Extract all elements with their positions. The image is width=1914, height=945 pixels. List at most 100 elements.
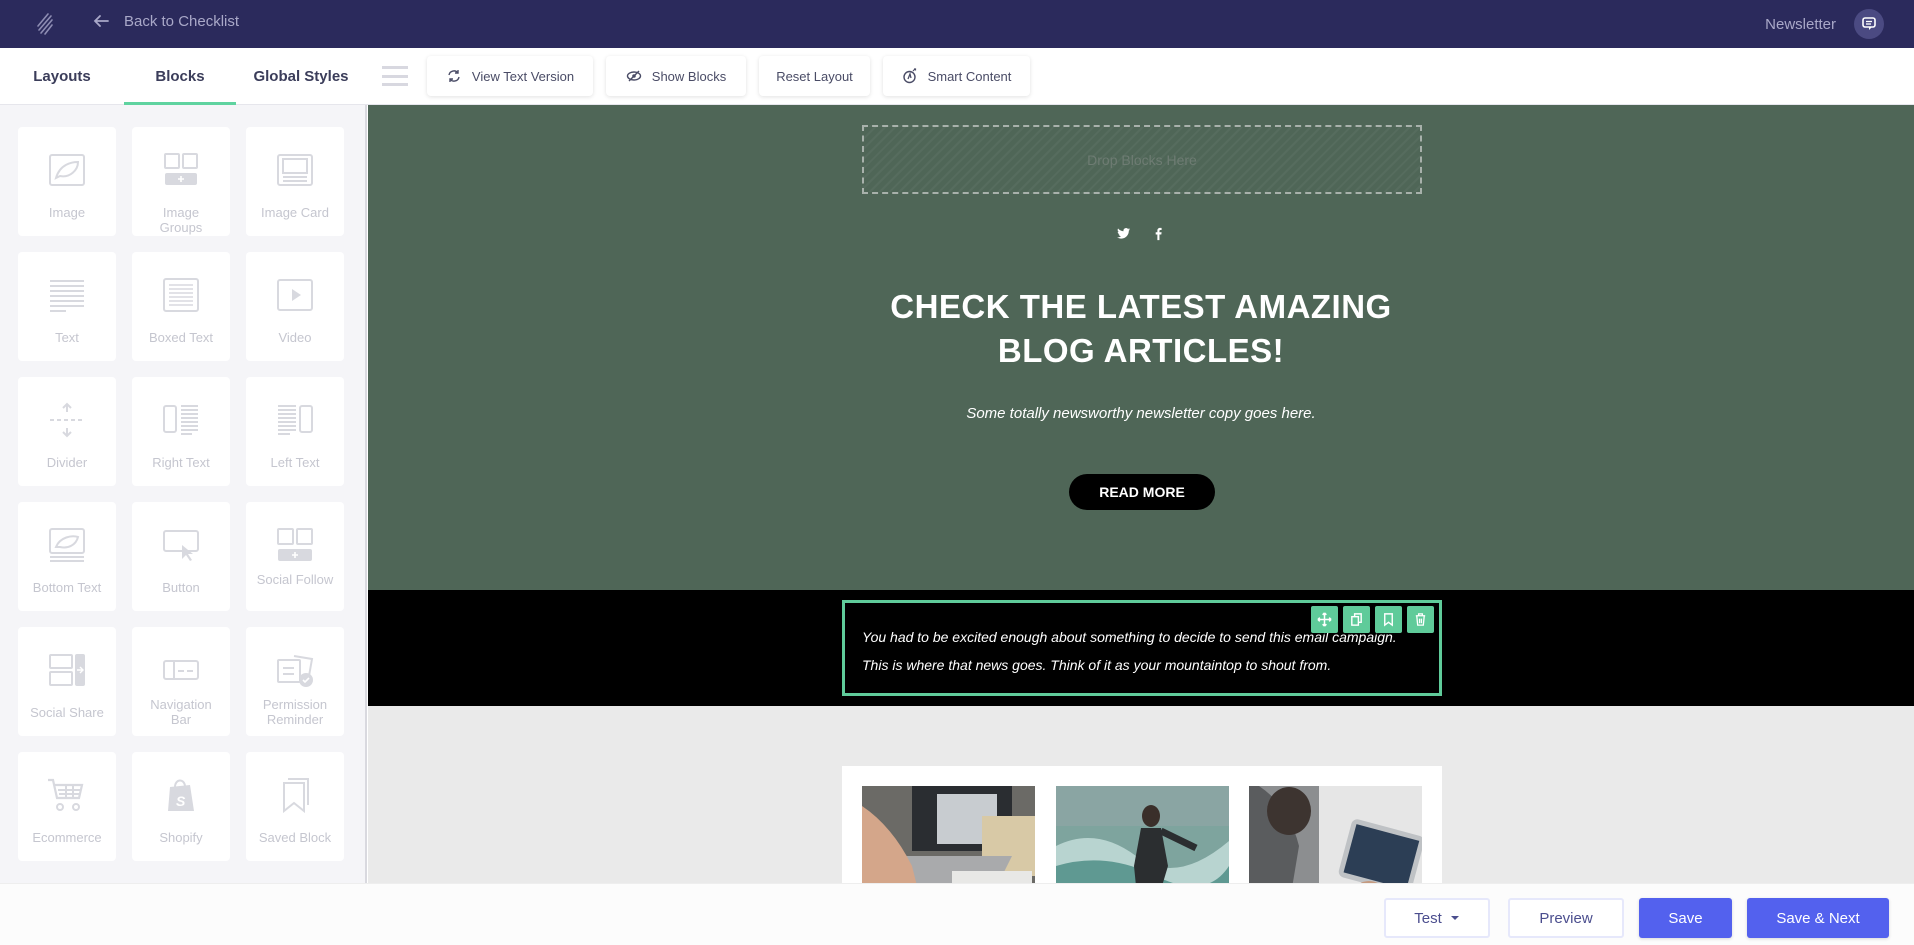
tab-blocks[interactable]: Blocks xyxy=(124,48,236,105)
reset-layout-button[interactable]: Reset Layout xyxy=(759,56,870,96)
block-text[interactable]: Text xyxy=(18,252,116,361)
block-label: Permission Reminder xyxy=(262,697,328,727)
social-follow-icon xyxy=(277,528,313,561)
save-and-next-button[interactable]: Save & Next xyxy=(1747,898,1889,938)
caret-down-icon xyxy=(1450,916,1459,920)
block-label: Saved Block xyxy=(258,830,332,845)
block-saved-block[interactable]: Saved Block xyxy=(246,752,344,861)
save-button[interactable]: Save xyxy=(1639,898,1732,938)
block-bottom-text[interactable]: Bottom Text xyxy=(18,502,116,611)
svg-text:S: S xyxy=(176,793,186,809)
block-label: Image Groups xyxy=(159,205,203,235)
delete-block-button[interactable] xyxy=(1407,606,1434,633)
duplicate-block-button[interactable] xyxy=(1343,606,1370,633)
block-right-text[interactable]: Right Text xyxy=(132,377,230,486)
eye-slash-icon xyxy=(626,70,641,82)
image-icon xyxy=(49,154,85,186)
arrow-left-icon xyxy=(93,15,109,27)
campaign-name: Newsletter xyxy=(1765,15,1836,33)
block-label: Left Text xyxy=(270,455,320,470)
block-divider[interactable]: Divider xyxy=(18,377,116,486)
block-label: Divider xyxy=(46,455,88,470)
tab-layouts[interactable]: Layouts xyxy=(0,48,124,105)
block-ecommerce[interactable]: Ecommerce xyxy=(18,752,116,861)
trash-icon xyxy=(1415,613,1426,626)
refresh-icon xyxy=(448,70,460,82)
block-image-card[interactable]: Image Card xyxy=(246,127,344,236)
laptop-notebook-photo[interactable] xyxy=(862,786,1035,883)
block-label: Ecommerce xyxy=(32,830,102,845)
block-left-text[interactable]: Left Text xyxy=(246,377,344,486)
editor-toolbar: Layouts Blocks Global Styles View Text V… xyxy=(0,48,1914,105)
block-permission-reminder[interactable]: Permission Reminder xyxy=(246,627,344,736)
smart-content-icon xyxy=(902,68,916,84)
block-label: Navigation Bar xyxy=(150,697,212,727)
surfer-photo[interactable] xyxy=(1056,786,1229,883)
headline-line-1: CHECK THE LATEST AMAZING xyxy=(890,288,1392,325)
test-label: Test xyxy=(1414,909,1442,927)
text-section: You had to be excited enough about somet… xyxy=(368,590,1914,706)
navigation-bar-icon xyxy=(163,660,199,680)
show-blocks-button[interactable]: Show Blocks xyxy=(606,56,746,96)
move-block-button[interactable] xyxy=(1311,606,1338,633)
preview-button[interactable]: Preview xyxy=(1508,898,1624,938)
chat-button[interactable] xyxy=(1854,9,1884,39)
drop-zone-label: Drop Blocks Here xyxy=(1087,151,1197,168)
top-bar: Back to Checklist Newsletter xyxy=(0,0,1914,48)
block-button[interactable]: Button xyxy=(132,502,230,611)
right-text-icon xyxy=(163,405,198,435)
block-boxed-text[interactable]: Boxed Text xyxy=(132,252,230,361)
view-text-version-button[interactable]: View Text Version xyxy=(427,56,593,96)
block-image-groups[interactable]: Image Groups xyxy=(132,127,230,236)
smart-content-button[interactable]: Smart Content xyxy=(883,56,1030,96)
drop-zone[interactable]: Drop Blocks Here xyxy=(862,125,1422,194)
block-social-follow[interactable]: Social Follow xyxy=(246,502,344,611)
selected-text-block[interactable]: You had to be excited enough about somet… xyxy=(842,600,1442,696)
read-more-button[interactable]: READ MORE xyxy=(1069,474,1215,510)
block-navigation-bar[interactable]: Navigation Bar xyxy=(132,627,230,736)
permission-reminder-icon xyxy=(277,655,314,687)
brand-logo-icon xyxy=(37,13,53,35)
show-blocks-label: Show Blocks xyxy=(651,68,727,84)
duplicate-icon xyxy=(1351,613,1362,626)
block-label: Image xyxy=(48,205,86,220)
block-toolbar xyxy=(1311,606,1434,633)
smart-content-label: Smart Content xyxy=(927,68,1012,84)
tablet-reading-photo[interactable] xyxy=(1249,786,1422,883)
twitter-icon[interactable] xyxy=(1116,226,1131,241)
social-share-icon xyxy=(49,654,85,686)
save-block-button[interactable] xyxy=(1375,606,1402,633)
block-image[interactable]: Image xyxy=(18,127,116,236)
block-label: Right Text xyxy=(152,455,210,470)
back-to-checklist-link[interactable]: Back to Checklist xyxy=(92,12,239,30)
bookmark-icon xyxy=(1384,613,1393,627)
tab-global-styles[interactable]: Global Styles xyxy=(236,48,366,105)
image-groups-icon xyxy=(164,153,198,185)
block-social-share[interactable]: Social Share xyxy=(18,627,116,736)
text-block-line-2: This is where that news goes. Think of i… xyxy=(862,657,1332,673)
facebook-icon[interactable] xyxy=(1151,226,1166,241)
block-label: Social Share xyxy=(30,705,104,720)
divider-icon xyxy=(50,402,84,438)
blocks-sidebar: Image Image Groups Image Card Text Boxed Tex… xyxy=(0,105,367,883)
hero-headline: CHECK THE LATEST AMAZING BLOG ARTICLES! xyxy=(368,285,1914,373)
social-icons xyxy=(368,226,1914,241)
email-canvas: Drop Blocks Here CHECK THE LATEST AMAZIN… xyxy=(368,105,1914,883)
block-label: Social Follow xyxy=(256,572,334,587)
block-label: Image Card xyxy=(261,205,329,220)
cart-icon xyxy=(48,778,84,811)
image-card-icon xyxy=(277,154,313,186)
block-label: Boxed Text xyxy=(148,330,214,345)
block-label: Bottom Text xyxy=(32,580,102,595)
back-label: Back to Checklist xyxy=(124,12,240,30)
reset-layout-label: Reset Layout xyxy=(776,68,853,84)
hero-section: Drop Blocks Here CHECK THE LATEST AMAZIN… xyxy=(368,105,1914,590)
block-shopify[interactable]: S Shopify xyxy=(132,752,230,861)
view-text-version-label: View Text Version xyxy=(471,68,575,84)
text-icon xyxy=(50,280,84,312)
menu-icon[interactable] xyxy=(382,66,408,86)
block-video[interactable]: Video xyxy=(246,252,344,361)
test-dropdown[interactable]: Test xyxy=(1384,898,1490,938)
bottom-text-icon xyxy=(49,528,85,562)
hero-copy: Some totally newsworthy newsletter copy … xyxy=(966,405,1316,422)
